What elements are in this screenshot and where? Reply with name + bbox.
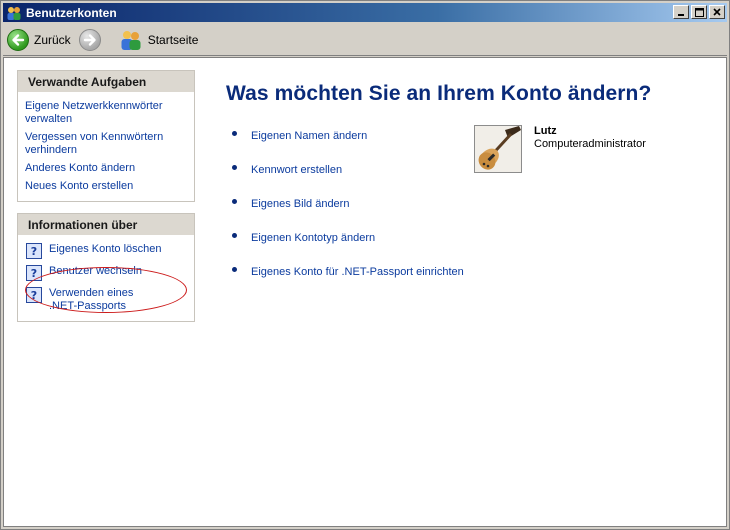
annotation-ellipse	[25, 267, 187, 313]
related-tasks-panel: Verwandte Aufgaben Eigene Netzwerkkennwö…	[17, 70, 195, 202]
title-bar[interactable]: Benutzerkonten	[3, 3, 727, 22]
avatar[interactable]	[474, 125, 522, 173]
related-tasks-header: Verwandte Aufgaben	[18, 71, 194, 92]
back-label: Zurück	[34, 32, 71, 47]
task-item[interactable]: Eigenen Kontotyp ändern	[232, 221, 464, 255]
task-list: Eigenen Namen ändern Kennwort erstellen …	[232, 119, 464, 289]
bullet-icon	[232, 198, 237, 204]
task-pane: Verwandte Aufgaben Eigene Netzwerkkennwö…	[17, 70, 195, 333]
task-item[interactable]: Eigenen Namen ändern	[232, 119, 464, 153]
user-role: Computeradministrator	[534, 138, 646, 150]
related-task-new-account[interactable]: Neues Konto erstellen	[25, 180, 186, 193]
task-setup-passport[interactable]: Eigenes Konto für .NET-Passport einricht…	[251, 266, 464, 278]
window-controls	[673, 5, 725, 19]
related-task-manage-passwords[interactable]: Eigene Netzwerkkennwörter verwalten	[25, 100, 186, 126]
back-arrow-icon	[7, 28, 29, 51]
guitar-icon	[475, 126, 521, 172]
window-title: Benutzerkonten	[26, 5, 117, 20]
user-name: Lutz	[534, 125, 557, 137]
task-item[interactable]: Eigenes Bild ändern	[232, 187, 464, 221]
home-button[interactable]: Startseite	[115, 27, 203, 53]
close-button[interactable]	[709, 5, 725, 19]
info-link-label[interactable]: Eigenes Konto löschen	[49, 243, 162, 256]
task-item[interactable]: Kennwort erstellen	[232, 153, 464, 187]
page-title: Was möchten Sie an Ihrem Konto ändern?	[226, 82, 652, 105]
related-task-prevent-forgotten[interactable]: Vergessen von Kennwörtern verhindern	[25, 131, 186, 157]
bullet-icon	[232, 266, 237, 272]
maximize-button[interactable]	[691, 5, 707, 19]
content-area: Verwandte Aufgaben Eigene Netzwerkkennwö…	[3, 57, 727, 527]
window: Benutzerkonten Zurück Startseite Verwand…	[0, 0, 730, 530]
task-change-account-type[interactable]: Eigenen Kontotyp ändern	[251, 232, 375, 244]
bullet-icon	[232, 164, 237, 170]
user-card: Lutz Computeradministrator	[474, 125, 646, 173]
task-change-picture[interactable]: Eigenes Bild ändern	[251, 198, 349, 210]
forward-arrow-icon	[78, 28, 101, 51]
home-label: Startseite	[147, 32, 199, 47]
users-home-icon	[119, 29, 143, 51]
info-header: Informationen über	[18, 214, 194, 235]
forward-button[interactable]	[75, 27, 105, 53]
toolbar: Zurück Startseite	[3, 24, 727, 56]
task-item[interactable]: Eigenes Konto für .NET-Passport einricht…	[232, 255, 464, 289]
users-icon	[6, 5, 22, 21]
help-icon: ?	[26, 243, 42, 259]
back-button[interactable]: Zurück	[3, 27, 75, 53]
bullet-icon	[232, 130, 237, 136]
bullet-icon	[232, 232, 237, 238]
related-task-change-other[interactable]: Anderes Konto ändern	[25, 162, 186, 175]
task-change-name[interactable]: Eigenen Namen ändern	[251, 130, 367, 142]
info-item-delete-account[interactable]: ? Eigenes Konto löschen	[26, 243, 186, 259]
minimize-button[interactable]	[673, 5, 689, 19]
task-create-password[interactable]: Kennwort erstellen	[251, 164, 342, 176]
